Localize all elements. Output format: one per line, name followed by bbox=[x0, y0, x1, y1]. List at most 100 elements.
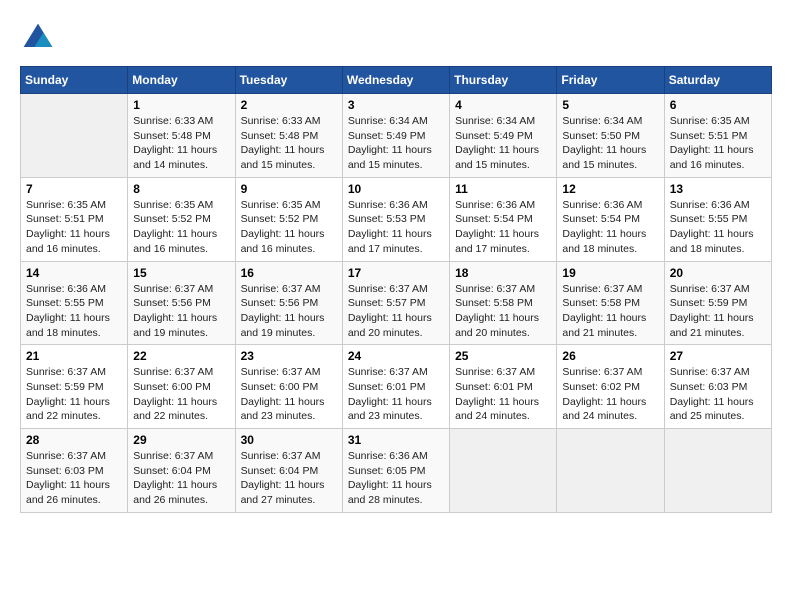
day-info: Sunrise: 6:33 AMSunset: 5:48 PMDaylight:… bbox=[133, 114, 229, 173]
day-number: 17 bbox=[348, 266, 444, 280]
weekday-header-wednesday: Wednesday bbox=[342, 67, 449, 94]
calendar-week-row: 1 Sunrise: 6:33 AMSunset: 5:48 PMDaylight… bbox=[21, 94, 772, 178]
day-number: 12 bbox=[562, 182, 658, 196]
calendar-cell: 14 Sunrise: 6:36 AMSunset: 5:55 PMDayligh… bbox=[21, 261, 128, 345]
day-info: Sunrise: 6:36 AMSunset: 5:55 PMDaylight:… bbox=[26, 282, 122, 341]
day-number: 10 bbox=[348, 182, 444, 196]
calendar-cell: 7 Sunrise: 6:35 AMSunset: 5:51 PMDaylight… bbox=[21, 177, 128, 261]
calendar-cell: 2Sunrise: 6:33 AMSunset: 5:48 PMDaylight… bbox=[235, 94, 342, 178]
day-info: Sunrise: 6:37 AMSunset: 6:03 PMDaylight:… bbox=[670, 365, 766, 424]
calendar-table: SundayMondayTuesdayWednesdayThursdayFrid… bbox=[20, 66, 772, 513]
calendar-cell: 13 Sunrise: 6:36 AMSunset: 5:55 PMDayligh… bbox=[664, 177, 771, 261]
calendar-cell: 18 Sunrise: 6:37 AMSunset: 5:58 PMDayligh… bbox=[450, 261, 557, 345]
day-info: Sunrise: 6:37 AMSunset: 6:00 PMDaylight:… bbox=[133, 365, 229, 424]
day-number: 28 bbox=[26, 433, 122, 447]
day-info: Sunrise: 6:36 AMSunset: 5:55 PMDaylight:… bbox=[670, 198, 766, 257]
day-number: 30 bbox=[241, 433, 337, 447]
day-number: 18 bbox=[455, 266, 551, 280]
calendar-cell: 29 Sunrise: 6:37 AMSunset: 6:04 PMDayligh… bbox=[128, 429, 235, 513]
weekday-header-tuesday: Tuesday bbox=[235, 67, 342, 94]
calendar-cell: 23Sunrise: 6:37 AMSunset: 6:00 PMDayligh… bbox=[235, 345, 342, 429]
day-number: 26 bbox=[562, 349, 658, 363]
day-info: Sunrise: 6:34 AMSunset: 5:49 PMDaylight:… bbox=[455, 114, 551, 173]
calendar-cell bbox=[664, 429, 771, 513]
calendar-cell: 19Sunrise: 6:37 AMSunset: 5:58 PMDayligh… bbox=[557, 261, 664, 345]
day-number: 2 bbox=[241, 98, 337, 112]
calendar-cell: 8 Sunrise: 6:35 AMSunset: 5:52 PMDaylight… bbox=[128, 177, 235, 261]
day-number: 4 bbox=[455, 98, 551, 112]
calendar-cell: 1 Sunrise: 6:33 AMSunset: 5:48 PMDaylight… bbox=[128, 94, 235, 178]
day-number: 9 bbox=[241, 182, 337, 196]
day-info: Sunrise: 6:35 AMSunset: 5:51 PMDaylight:… bbox=[26, 198, 122, 257]
calendar-week-row: 7 Sunrise: 6:35 AMSunset: 5:51 PMDaylight… bbox=[21, 177, 772, 261]
calendar-cell: 4 Sunrise: 6:34 AMSunset: 5:49 PMDaylight… bbox=[450, 94, 557, 178]
day-number: 5 bbox=[562, 98, 658, 112]
day-info: Sunrise: 6:37 AMSunset: 5:56 PMDaylight:… bbox=[241, 282, 337, 341]
day-number: 29 bbox=[133, 433, 229, 447]
day-info: Sunrise: 6:37 AMSunset: 6:04 PMDaylight:… bbox=[241, 449, 337, 508]
calendar-cell: 12Sunrise: 6:36 AMSunset: 5:54 PMDayligh… bbox=[557, 177, 664, 261]
logo bbox=[20, 20, 60, 56]
weekday-header-saturday: Saturday bbox=[664, 67, 771, 94]
weekday-header-row: SundayMondayTuesdayWednesdayThursdayFrid… bbox=[21, 67, 772, 94]
logo-icon bbox=[20, 20, 56, 56]
day-number: 7 bbox=[26, 182, 122, 196]
day-info: Sunrise: 6:35 AMSunset: 5:52 PMDaylight:… bbox=[241, 198, 337, 257]
calendar-week-row: 21 Sunrise: 6:37 AMSunset: 5:59 PMDayligh… bbox=[21, 345, 772, 429]
day-number: 11 bbox=[455, 182, 551, 196]
calendar-cell: 26Sunrise: 6:37 AMSunset: 6:02 PMDayligh… bbox=[557, 345, 664, 429]
weekday-header-monday: Monday bbox=[128, 67, 235, 94]
day-number: 21 bbox=[26, 349, 122, 363]
day-number: 31 bbox=[348, 433, 444, 447]
day-number: 23 bbox=[241, 349, 337, 363]
day-number: 6 bbox=[670, 98, 766, 112]
day-number: 22 bbox=[133, 349, 229, 363]
page-header bbox=[20, 20, 772, 56]
calendar-cell: 6 Sunrise: 6:35 AMSunset: 5:51 PMDaylight… bbox=[664, 94, 771, 178]
calendar-cell: 20 Sunrise: 6:37 AMSunset: 5:59 PMDayligh… bbox=[664, 261, 771, 345]
weekday-header-thursday: Thursday bbox=[450, 67, 557, 94]
calendar-cell: 17 Sunrise: 6:37 AMSunset: 5:57 PMDayligh… bbox=[342, 261, 449, 345]
day-number: 1 bbox=[133, 98, 229, 112]
calendar-cell: 9 Sunrise: 6:35 AMSunset: 5:52 PMDaylight… bbox=[235, 177, 342, 261]
day-info: Sunrise: 6:37 AMSunset: 6:03 PMDaylight:… bbox=[26, 449, 122, 508]
calendar-cell bbox=[557, 429, 664, 513]
calendar-cell: 28 Sunrise: 6:37 AMSunset: 6:03 PMDayligh… bbox=[21, 429, 128, 513]
day-number: 3 bbox=[348, 98, 444, 112]
calendar-cell: 11 Sunrise: 6:36 AMSunset: 5:54 PMDayligh… bbox=[450, 177, 557, 261]
day-number: 27 bbox=[670, 349, 766, 363]
day-number: 16 bbox=[241, 266, 337, 280]
day-info: Sunrise: 6:34 AMSunset: 5:49 PMDaylight:… bbox=[348, 114, 444, 173]
day-number: 14 bbox=[26, 266, 122, 280]
calendar-cell: 10 Sunrise: 6:36 AMSunset: 5:53 PMDayligh… bbox=[342, 177, 449, 261]
day-info: Sunrise: 6:37 AMSunset: 5:56 PMDaylight:… bbox=[133, 282, 229, 341]
day-info: Sunrise: 6:37 AMSunset: 5:58 PMDaylight:… bbox=[455, 282, 551, 341]
day-number: 8 bbox=[133, 182, 229, 196]
calendar-week-row: 14 Sunrise: 6:36 AMSunset: 5:55 PMDayligh… bbox=[21, 261, 772, 345]
day-info: Sunrise: 6:35 AMSunset: 5:51 PMDaylight:… bbox=[670, 114, 766, 173]
day-info: Sunrise: 6:37 AMSunset: 6:01 PMDaylight:… bbox=[455, 365, 551, 424]
day-info: Sunrise: 6:37 AMSunset: 6:04 PMDaylight:… bbox=[133, 449, 229, 508]
day-info: Sunrise: 6:36 AMSunset: 6:05 PMDaylight:… bbox=[348, 449, 444, 508]
weekday-header-sunday: Sunday bbox=[21, 67, 128, 94]
calendar-cell: 22 Sunrise: 6:37 AMSunset: 6:00 PMDayligh… bbox=[128, 345, 235, 429]
day-info: Sunrise: 6:35 AMSunset: 5:52 PMDaylight:… bbox=[133, 198, 229, 257]
day-info: Sunrise: 6:36 AMSunset: 5:53 PMDaylight:… bbox=[348, 198, 444, 257]
day-info: Sunrise: 6:34 AMSunset: 5:50 PMDaylight:… bbox=[562, 114, 658, 173]
day-number: 20 bbox=[670, 266, 766, 280]
day-number: 25 bbox=[455, 349, 551, 363]
day-number: 13 bbox=[670, 182, 766, 196]
day-number: 24 bbox=[348, 349, 444, 363]
calendar-week-row: 28 Sunrise: 6:37 AMSunset: 6:03 PMDayligh… bbox=[21, 429, 772, 513]
calendar-cell: 30 Sunrise: 6:37 AMSunset: 6:04 PMDayligh… bbox=[235, 429, 342, 513]
day-info: Sunrise: 6:37 AMSunset: 5:59 PMDaylight:… bbox=[670, 282, 766, 341]
calendar-cell: 15Sunrise: 6:37 AMSunset: 5:56 PMDayligh… bbox=[128, 261, 235, 345]
day-info: Sunrise: 6:36 AMSunset: 5:54 PMDaylight:… bbox=[455, 198, 551, 257]
calendar-cell: 27 Sunrise: 6:37 AMSunset: 6:03 PMDayligh… bbox=[664, 345, 771, 429]
day-info: Sunrise: 6:37 AMSunset: 5:57 PMDaylight:… bbox=[348, 282, 444, 341]
calendar-cell: 31 Sunrise: 6:36 AMSunset: 6:05 PMDayligh… bbox=[342, 429, 449, 513]
day-info: Sunrise: 6:37 AMSunset: 5:59 PMDaylight:… bbox=[26, 365, 122, 424]
weekday-header-friday: Friday bbox=[557, 67, 664, 94]
calendar-cell: 21 Sunrise: 6:37 AMSunset: 5:59 PMDayligh… bbox=[21, 345, 128, 429]
calendar-cell bbox=[21, 94, 128, 178]
